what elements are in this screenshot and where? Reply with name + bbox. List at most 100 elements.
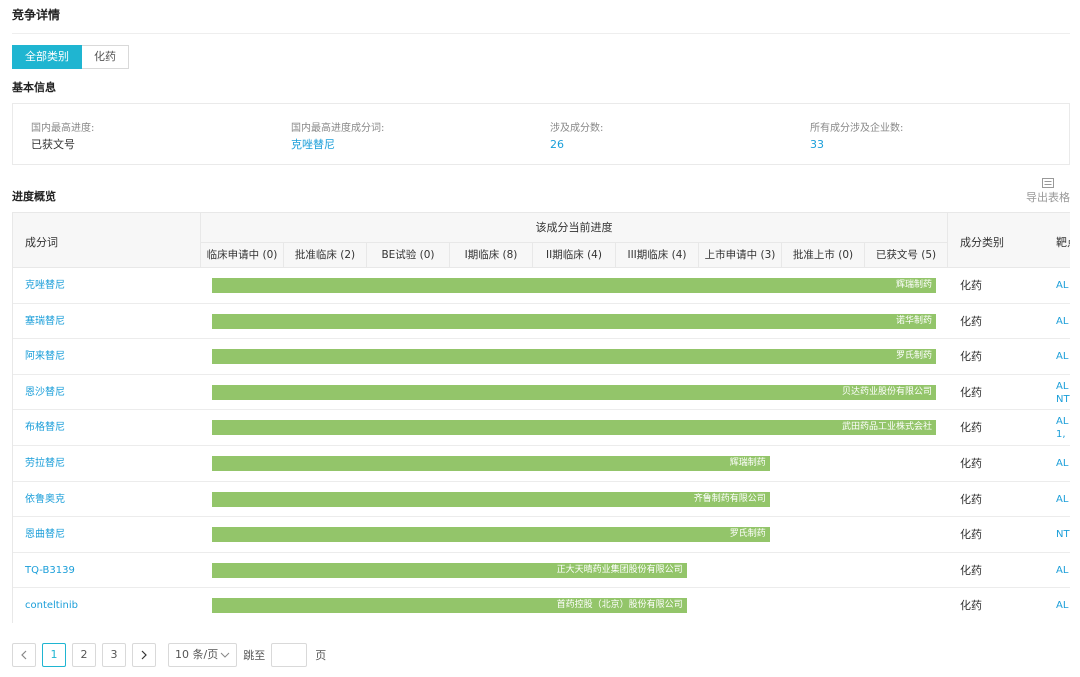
info-label: 国内最高进度成分词:: [291, 123, 385, 134]
page-size-select[interactable]: 10 条/页: [168, 643, 238, 667]
title-divider: [12, 33, 1070, 34]
stage-column-header: 已获文号 (5): [875, 249, 937, 261]
basic-info-title: 基本信息: [12, 81, 56, 94]
progress-bar-cell: 武田药品工业株式会社: [200, 410, 948, 445]
stage-column-header: 批准临床 (2): [284, 243, 367, 267]
column-header-stage-group: 该成分当前进度: [201, 213, 947, 243]
ingredient-link[interactable]: 布格替尼: [25, 410, 65, 445]
table-body: 克唑替尼 辉瑞制药 化药 AL 塞瑞替尼 诺华制药 化药 AL 阿来替尼 罗氏制药 化药 AL 恩沙替尼…: [13, 268, 1070, 623]
progress-bar[interactable]: 罗氏制药: [212, 349, 936, 365]
progress-bar[interactable]: 正大天晴药业集团股份有限公司: [212, 562, 687, 578]
jump-page-input[interactable]: [271, 643, 308, 667]
jump-label: 跳至: [243, 649, 266, 662]
export-icon: [1042, 178, 1054, 188]
prev-page-button[interactable]: [12, 643, 36, 667]
progress-overview-title: 进度概览: [12, 190, 56, 203]
progress-bar-company: 正大天晴药业集团股份有限公司: [556, 564, 683, 575]
ingredient-link[interactable]: 克唑替尼: [25, 268, 65, 303]
category-tabs: 全部类别 化药: [12, 45, 129, 69]
ingredient-link[interactable]: 塞瑞替尼: [25, 304, 65, 339]
target-cell: AL: [1056, 457, 1070, 470]
stage-column-header: I期临床 (8): [450, 243, 533, 267]
ingredient-link[interactable]: 劳拉替尼: [25, 446, 65, 481]
ingredient-type: 化药: [960, 385, 982, 399]
ingredient-type: 化药: [960, 350, 982, 364]
target-cell: AL NT: [1056, 380, 1070, 406]
progress-bar[interactable]: 贝达药业股份有限公司: [212, 384, 936, 400]
target-link[interactable]: NT: [1056, 393, 1070, 406]
page-title: 竞争详情: [12, 8, 61, 22]
info-label: 国内最高进度:: [31, 123, 95, 134]
target-link[interactable]: AL: [1056, 564, 1070, 577]
progress-bar[interactable]: 齐鲁制药有限公司: [212, 491, 770, 507]
progress-bar-cell: 辉瑞制药: [200, 446, 948, 481]
progress-bar-company: 贝达药业股份有限公司: [841, 386, 932, 397]
progress-bar-company: 辉瑞制药: [729, 457, 766, 468]
progress-bar[interactable]: 辉瑞制药: [212, 455, 770, 471]
target-link[interactable]: AL: [1056, 493, 1070, 506]
stage-columns: 临床申请中 (0) 批准临床 (2) BE试验 (0) I期临床 (8) II期临床 (…: [201, 243, 947, 267]
info-value-link[interactable]: 克唑替尼: [291, 137, 384, 153]
progress-bar-company: 辉瑞制药: [895, 280, 932, 290]
target-link[interactable]: AL: [1056, 415, 1070, 428]
progress-bar[interactable]: 罗氏制药: [212, 527, 770, 543]
ingredient-link[interactable]: conteltinib: [25, 588, 78, 623]
progress-bar[interactable]: 武田药品工业株式会社: [212, 420, 936, 436]
table-row: conteltinib 首药控股（北京）股份有限公司 化药 AL: [13, 588, 1070, 623]
target-link[interactable]: AL: [1056, 279, 1070, 292]
progress-bar-company: 齐鲁制药有限公司: [693, 493, 766, 504]
stage-column-header: 上市申请中 (3): [699, 243, 782, 267]
ingredient-type: 化药: [960, 599, 982, 613]
target-link[interactable]: AL: [1056, 380, 1070, 393]
progress-bar[interactable]: 诺华制药: [212, 313, 936, 329]
target-link[interactable]: AL: [1056, 599, 1070, 612]
table-row: 布格替尼 武田药品工业株式会社 化药 AL 1,: [13, 410, 1070, 446]
export-label: 导出表格: [1026, 191, 1070, 204]
progress-bar-cell: 罗氏制药: [200, 517, 948, 552]
target-link[interactable]: NT: [1056, 528, 1070, 541]
column-header-type: 成分类别: [960, 236, 1004, 249]
page-button-2[interactable]: 2: [72, 643, 96, 667]
target-link[interactable]: 1,: [1056, 428, 1070, 441]
table-row: 克唑替尼 辉瑞制药 化药 AL: [13, 268, 1070, 304]
table-row: 恩沙替尼 贝达药业股份有限公司 化药 AL NT: [13, 375, 1070, 411]
ingredient-link[interactable]: TQ-B3139: [25, 553, 75, 588]
progress-bar[interactable]: 辉瑞制药: [212, 278, 936, 293]
target-link[interactable]: AL: [1056, 457, 1070, 470]
ingredient-link[interactable]: 依鲁奥克: [25, 482, 65, 517]
page-button-3[interactable]: 3: [102, 643, 126, 667]
target-cell: NT: [1056, 528, 1070, 541]
next-page-button[interactable]: [132, 643, 156, 667]
info-ingredient-count: 涉及成分数: 26: [550, 122, 603, 153]
stage-column-header: BE试验 (0): [367, 243, 450, 267]
chevron-right-icon: [141, 650, 147, 660]
info-label: 涉及成分数:: [550, 123, 604, 134]
info-value-link[interactable]: 26: [550, 137, 603, 153]
tab-chemical-drug[interactable]: 化药: [82, 45, 129, 69]
progress-bar[interactable]: 首药控股（北京）股份有限公司: [212, 598, 687, 614]
target-cell: AL: [1056, 279, 1070, 292]
stage-column-header: II期临床 (4): [533, 243, 616, 267]
pagination: 123 10 条/页 跳至 页: [12, 643, 332, 667]
target-link[interactable]: AL: [1056, 350, 1070, 363]
stage-column-header: 批准上市 (0): [782, 243, 865, 267]
ingredient-type: 化药: [960, 528, 982, 542]
ingredient-type: 化药: [960, 314, 982, 328]
tab-all-categories[interactable]: 全部类别: [12, 45, 82, 69]
info-value-link[interactable]: 33: [810, 137, 903, 153]
target-cell: AL: [1056, 564, 1070, 577]
target-cell: AL: [1056, 599, 1070, 612]
progress-bar-cell: 首药控股（北京）股份有限公司: [200, 588, 948, 623]
ingredient-type: 化药: [960, 492, 982, 506]
ingredient-link[interactable]: 恩沙替尼: [25, 375, 65, 410]
ingredient-link[interactable]: 恩曲替尼: [25, 517, 65, 552]
target-link[interactable]: AL: [1056, 315, 1070, 328]
page-button-1[interactable]: 1: [42, 643, 66, 667]
ingredient-type: 化药: [960, 421, 982, 435]
info-highest-progress: 国内最高进度: 已获文号: [31, 122, 94, 153]
ingredient-link[interactable]: 阿来替尼: [25, 339, 65, 374]
chevron-down-icon: [220, 652, 230, 658]
export-table-button[interactable]: 导出表格: [1026, 178, 1070, 205]
column-header-target: 靶点: [1056, 236, 1070, 249]
chevron-left-icon: [21, 650, 27, 660]
